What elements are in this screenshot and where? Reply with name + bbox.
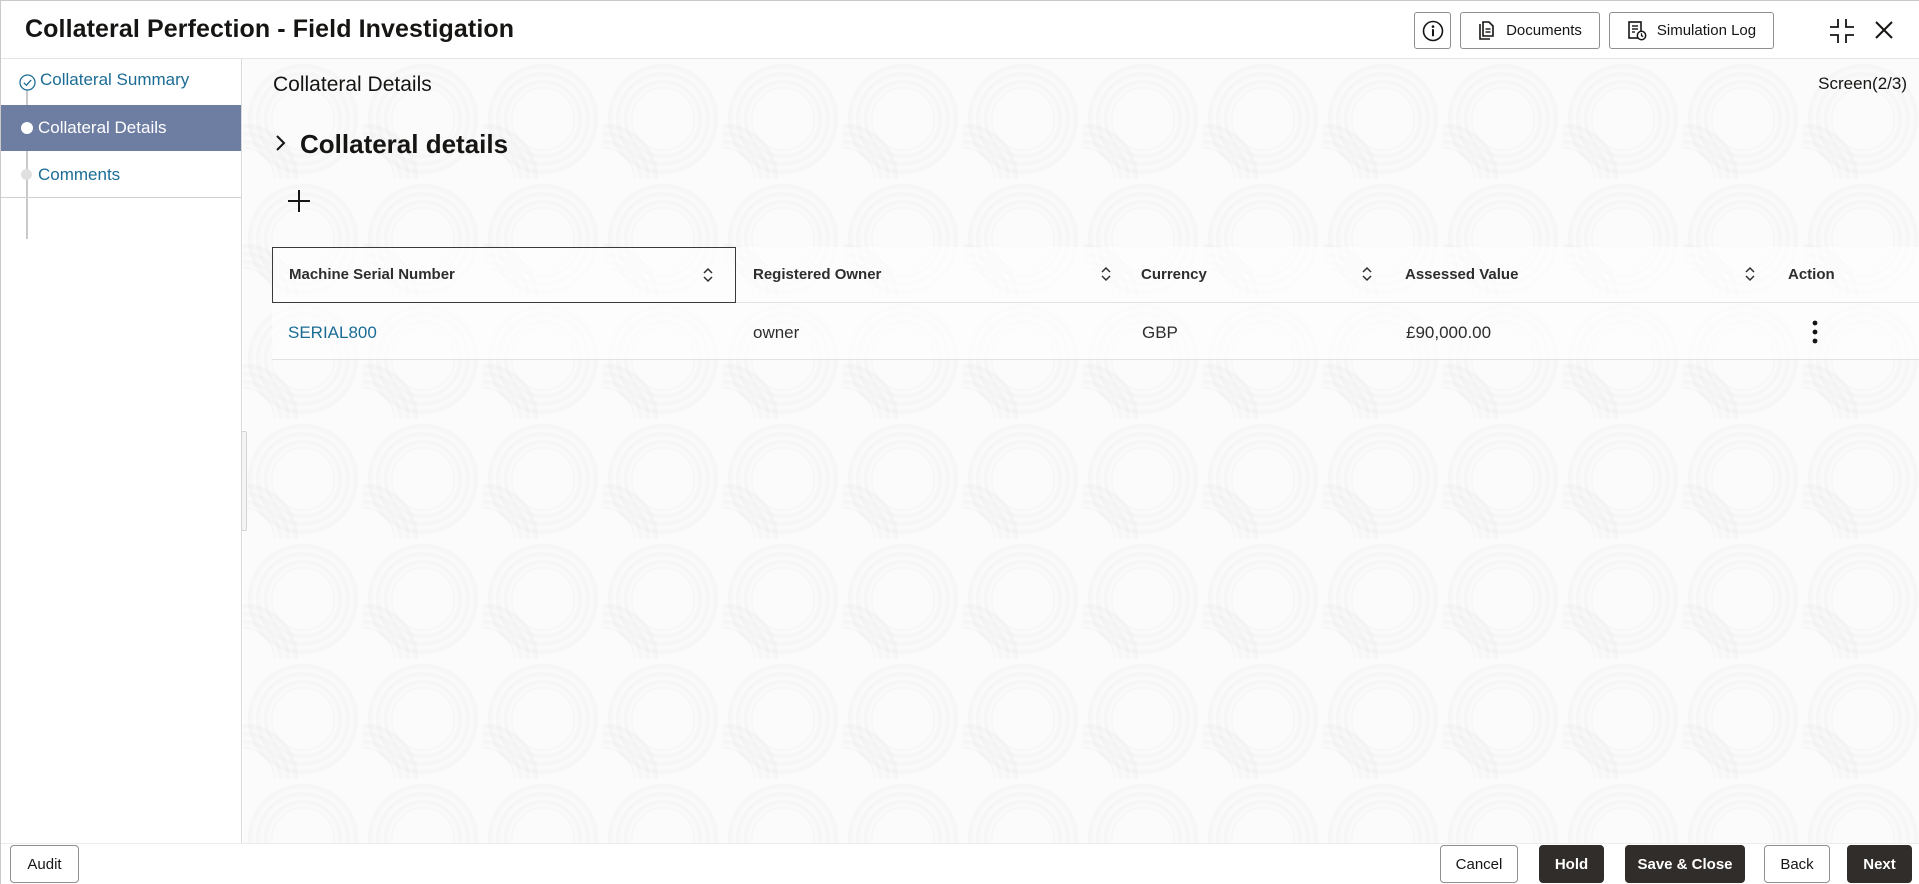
close-icon[interactable]	[1873, 19, 1895, 46]
hold-button[interactable]: Hold	[1539, 845, 1604, 883]
main-content: Collateral Details Screen(2/3) Collatera…	[241, 59, 1919, 843]
current-step-dot-icon	[21, 122, 33, 134]
next-button[interactable]: Next	[1847, 845, 1912, 883]
sidebar-item-collateral-summary[interactable]: Collateral Summary	[1, 59, 241, 105]
sidebar-item-label: Collateral Summary	[40, 70, 190, 89]
column-header-currency[interactable]: Currency	[1125, 247, 1389, 303]
check-circle-icon	[19, 74, 36, 91]
column-header-assessed-value[interactable]: Assessed Value	[1389, 247, 1770, 303]
screen-indicator: Screen(2/3)	[1818, 74, 1907, 93]
sidebar-item-label: Collateral Details	[38, 118, 167, 137]
sort-icon	[1745, 266, 1755, 282]
audit-button[interactable]: Audit	[10, 845, 79, 883]
currency-cell: GBP	[1142, 323, 1178, 342]
subsection-title: Collateral details	[300, 129, 509, 159]
documents-button[interactable]: Documents	[1460, 12, 1600, 49]
collapse-icon[interactable]	[1829, 18, 1855, 49]
panel-resize-handle[interactable]	[241, 431, 247, 531]
sidebar-item-collateral-details[interactable]: Collateral Details	[1, 105, 241, 151]
save-and-close-button[interactable]: Save & Close	[1625, 845, 1745, 883]
documents-icon	[1479, 20, 1494, 40]
back-button[interactable]: Back	[1764, 845, 1830, 883]
footer-bar: Audit Cancel Hold Save & Close Back Next	[1, 843, 1919, 884]
sidebar-nav: Collateral Summary Collateral Details Co…	[1, 59, 242, 843]
sidebar-item-label: Comments	[38, 165, 121, 184]
table-header: Machine Serial Number Registered Owner C…	[272, 247, 1919, 303]
sort-icon	[1362, 266, 1372, 282]
pending-step-dot-icon	[21, 169, 32, 180]
simulation-log-label: Simulation Log	[1656, 22, 1757, 39]
assessed-value-cell: £90,000.00	[1406, 323, 1492, 342]
column-header-registered-owner[interactable]: Registered Owner	[737, 247, 1126, 303]
section-title: Collateral Details	[273, 73, 432, 96]
simulation-log-icon	[1628, 20, 1647, 40]
sort-icon	[703, 267, 713, 283]
cancel-button[interactable]: Cancel	[1440, 845, 1518, 883]
column-header-machine-serial-number[interactable]: Machine Serial Number	[272, 247, 736, 303]
sort-icon	[1101, 266, 1111, 282]
app-window: Collateral Perfection - Field Investigat…	[0, 0, 1919, 884]
simulation-log-button[interactable]: Simulation Log	[1609, 12, 1774, 49]
table-row: SERIAL800 owner GBP £90,000.00	[272, 303, 1919, 360]
collateral-table: Machine Serial Number Registered Owner C…	[272, 247, 1919, 360]
info-icon	[1422, 20, 1443, 41]
sidebar-item-comments[interactable]: Comments	[1, 151, 241, 198]
registered-owner-cell: owner	[753, 323, 800, 342]
chevron-right-icon[interactable]	[273, 134, 287, 152]
header-bar: Collateral Perfection - Field Investigat…	[1, 1, 1919, 59]
documents-label: Documents	[1506, 22, 1582, 39]
serial-number-link[interactable]: SERIAL800	[288, 323, 377, 343]
page-title: Collateral Perfection - Field Investigat…	[25, 15, 515, 43]
info-button[interactable]	[1414, 12, 1451, 49]
column-header-action: Action	[1788, 266, 1835, 283]
more-vertical-icon[interactable]	[1802, 318, 1828, 346]
add-icon[interactable]	[287, 189, 311, 213]
